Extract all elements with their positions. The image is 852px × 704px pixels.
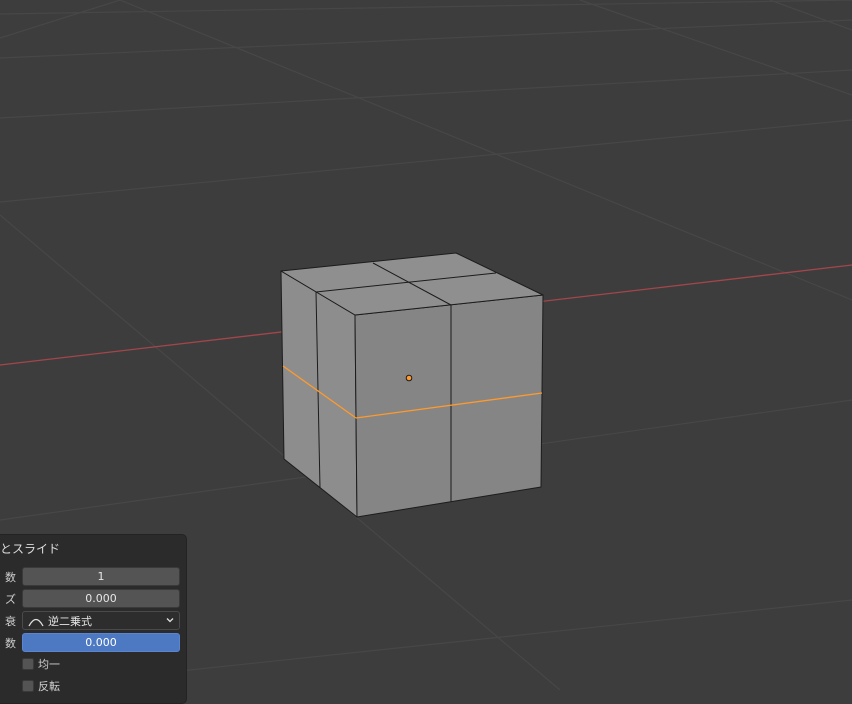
row-falloff: 衰 逆二乗式 xyxy=(0,611,188,630)
origin-dot xyxy=(405,374,413,382)
row-label: 衰 xyxy=(5,615,16,628)
chevron-down-icon xyxy=(166,618,174,623)
even-checkbox-row[interactable]: 均一 xyxy=(22,656,60,672)
row-label: 数 xyxy=(5,637,16,650)
even-checkbox[interactable] xyxy=(22,658,34,670)
row-label: 数 xyxy=(5,571,16,584)
falloff-curve-icon xyxy=(28,618,44,626)
cube-mesh[interactable] xyxy=(280,252,544,518)
row-size: ズ 0.000 xyxy=(0,589,188,608)
falloff-dropdown[interactable]: 逆二乗式 xyxy=(22,611,180,630)
row-count: 数 1 xyxy=(0,567,188,586)
row-label: ズ xyxy=(5,593,16,606)
flip-checkbox[interactable] xyxy=(22,680,34,692)
even-label: 均一 xyxy=(38,658,60,671)
flip-label: 反転 xyxy=(38,680,60,693)
operator-panel[interactable]: とスライド 数 1 ズ 0.000 衰 逆二乗式 数 0.000 均一 反転 xyxy=(0,534,187,704)
factor-field[interactable]: 0.000 xyxy=(22,633,180,652)
falloff-value: 逆二乗式 xyxy=(48,614,92,628)
row-factor: 数 0.000 xyxy=(0,633,188,652)
count-field[interactable]: 1 xyxy=(22,567,180,586)
size-field[interactable]: 0.000 xyxy=(22,589,180,608)
panel-title[interactable]: とスライド xyxy=(0,540,60,557)
flip-checkbox-row[interactable]: 反転 xyxy=(22,678,60,694)
